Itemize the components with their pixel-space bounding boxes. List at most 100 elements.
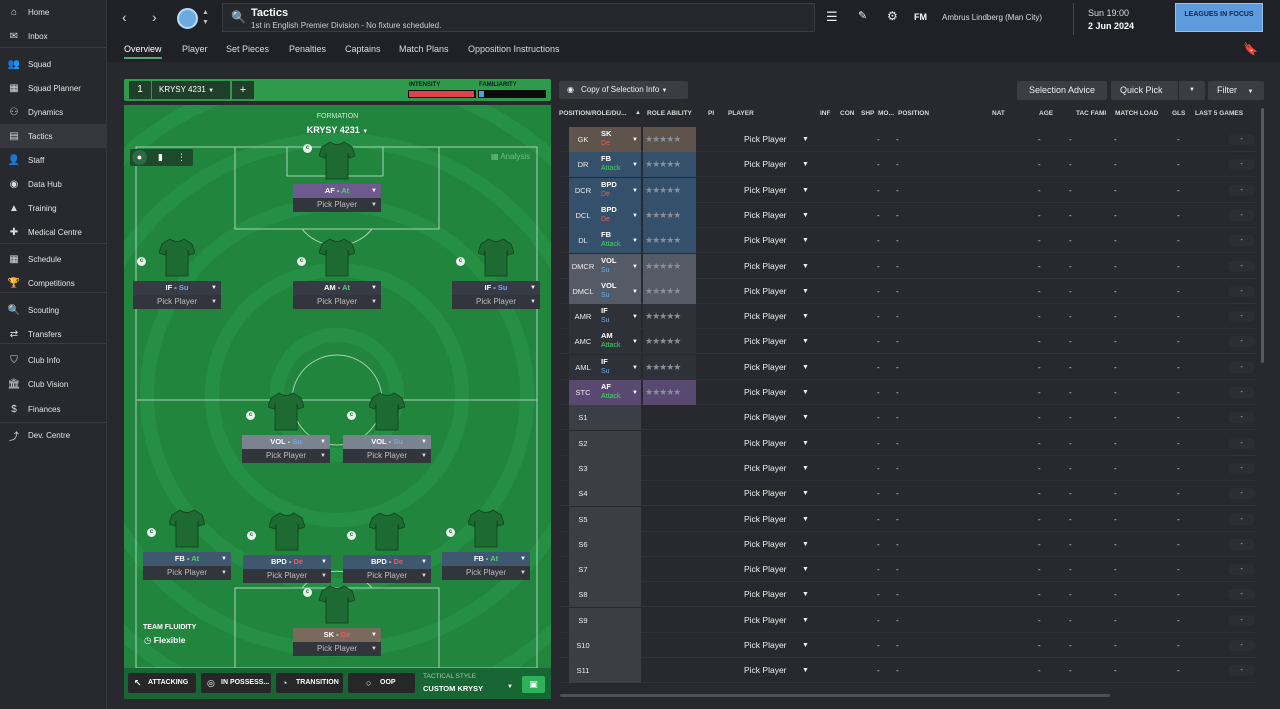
column-header-tac-fami[interactable]: TAC FAMI: [1076, 110, 1106, 117]
chevron-down-icon[interactable]: ▼: [1178, 81, 1205, 100]
role-duty-selector[interactable]: VOL - Su ▼: [343, 435, 431, 449]
column-header-age[interactable]: AGE: [1039, 110, 1053, 117]
tactical-style-action-button[interactable]: ▣: [522, 676, 545, 693]
bookmark-icon[interactable]: 🔖: [1243, 42, 1258, 56]
pick-player-label[interactable]: Pick Player: [744, 431, 787, 456]
chevron-down-icon[interactable]: ▼: [802, 456, 809, 481]
back-arrow-icon[interactable]: ‹: [122, 9, 127, 25]
chevron-down-icon[interactable]: ▼: [802, 127, 809, 152]
chevron-down-icon[interactable]: ▼: [802, 431, 809, 456]
sidebar-item-finances[interactable]: $ Finances: [0, 397, 106, 421]
sidebar-item-dev-centre[interactable]: ⤴ Dev. Centre: [0, 423, 106, 447]
chevron-down-icon[interactable]: ▼: [802, 254, 809, 279]
role-cell[interactable]: FB Attack ▼: [597, 152, 641, 178]
chevron-up-icon[interactable]: ▲: [202, 9, 209, 16]
sidebar-item-competitions[interactable]: 🏆 Competitions: [0, 271, 106, 295]
table-row[interactable]: DCR BPD De ▼ ★★★★★ Pick Player ▼ - - - - - - -: [560, 177, 1256, 203]
role-duty-selector[interactable]: VOL - Su ▼: [242, 435, 330, 449]
table-row[interactable]: S9 Pick Player ▼ - - - - - - -: [560, 607, 1256, 633]
sidebar-item-schedule[interactable]: ▦ Schedule: [0, 247, 106, 271]
pick-player-dropdown[interactable]: Pick Player ▼: [343, 449, 431, 463]
column-header-con[interactable]: CON: [840, 110, 854, 117]
tab-set-pieces[interactable]: Set Pieces: [226, 44, 269, 54]
vertical-scrollbar-thumb[interactable]: [1261, 108, 1264, 363]
page-title-box[interactable]: 🔍 Tactics 1st in English Premier Divisio…: [222, 3, 815, 32]
forward-arrow-icon[interactable]: ›: [152, 9, 157, 25]
pick-player-dropdown[interactable]: Pick Player ▼: [343, 569, 431, 583]
role-duty-selector[interactable]: FB - At ▼: [442, 552, 530, 566]
chevron-down-icon[interactable]: ▼: [802, 329, 809, 354]
settings-icon[interactable]: ⚙: [887, 9, 898, 23]
table-row[interactable]: S11 Pick Player ▼ - - - - - - -: [560, 658, 1256, 684]
tab-player[interactable]: Player: [182, 44, 208, 54]
chevron-down-icon[interactable]: ▼: [802, 658, 809, 683]
pick-player-dropdown[interactable]: Pick Player ▼: [143, 566, 231, 580]
table-row[interactable]: DMCL VOL Su ▼ ★★★★★ Pick Player ▼ - - - - - - -: [560, 278, 1256, 304]
pick-player-label[interactable]: Pick Player: [744, 304, 787, 329]
pick-player-label[interactable]: Pick Player: [744, 152, 787, 177]
formation-name[interactable]: KRYSY 4231 ▼: [124, 125, 551, 135]
role-cell[interactable]: IF Su ▼: [597, 354, 641, 380]
table-row[interactable]: S7 Pick Player ▼ - - - - - - -: [560, 557, 1256, 583]
pick-player-label[interactable]: Pick Player: [744, 228, 787, 253]
pick-player-dropdown[interactable]: Pick Player ▼: [293, 295, 381, 309]
sort-ascending-icon[interactable]: ▲: [635, 110, 641, 116]
column-header-shp[interactable]: SHP: [861, 110, 874, 117]
column-header-pi[interactable]: PI: [708, 110, 714, 117]
pick-player-label[interactable]: Pick Player: [744, 405, 787, 430]
role-duty-selector[interactable]: AM - At ▼: [293, 281, 381, 295]
table-row[interactable]: DL FB Attack ▼ ★★★★★ Pick Player ▼ - - - - - - -: [560, 228, 1256, 254]
role-cell[interactable]: AM Attack ▼: [597, 329, 641, 355]
column-header-last-5-games[interactable]: LAST 5 GAMES: [1195, 110, 1243, 117]
manager-name[interactable]: Ambrus Lindberg (Man City): [942, 13, 1042, 22]
transition-button[interactable]: ◔ TRANSITION: [276, 673, 343, 693]
tactics-pitch[interactable]: FORMATION KRYSY 4231 ▼ c AF - At ▼ Pick Pla…: [124, 105, 551, 668]
column-header-position[interactable]: POSITION: [898, 110, 929, 117]
tactic-slot-number[interactable]: 1: [129, 81, 151, 99]
sidebar-item-inbox[interactable]: ✉ Inbox: [0, 24, 106, 48]
sidebar-item-club-info[interactable]: ⛉ Club Info: [0, 348, 106, 372]
pick-player-label[interactable]: Pick Player: [744, 456, 787, 481]
pick-player-label[interactable]: Pick Player: [744, 380, 787, 405]
sidebar-item-training[interactable]: ▲ Training: [0, 196, 106, 220]
table-row[interactable]: S10 Pick Player ▼ - - - - - - -: [560, 633, 1256, 658]
chevron-down-icon[interactable]: ▼: [202, 19, 209, 26]
pick-player-label[interactable]: Pick Player: [744, 608, 787, 633]
chevron-down-icon[interactable]: ▼: [802, 405, 809, 430]
role-cell[interactable]: VOL Su ▼: [597, 253, 641, 279]
sidebar-item-squad[interactable]: 👥 Squad: [0, 52, 106, 76]
club-badge-icon[interactable]: [177, 8, 198, 29]
date-box[interactable]: Sun 19:00 2 Jun 2024: [1073, 3, 1165, 35]
pick-player-dropdown[interactable]: Pick Player ▼: [293, 198, 381, 212]
tactical-style-value[interactable]: CUSTOM KRYSY: [423, 684, 483, 693]
pick-player-label[interactable]: Pick Player: [744, 279, 787, 304]
role-cell[interactable]: IF Su ▼: [597, 304, 641, 330]
table-row[interactable]: GK SK De ▼ ★★★★★ Pick Player ▼ - - - - - - -: [560, 127, 1256, 152]
table-row[interactable]: DMCR VOL Su ▼ ★★★★★ Pick Player ▼ - - - - - - -: [560, 253, 1256, 279]
column-header-player[interactable]: PLAYER: [728, 110, 754, 117]
role-cell[interactable]: FB Attack ▼: [597, 228, 641, 254]
role-duty-selector[interactable]: BPD - De ▼: [343, 555, 431, 569]
pick-player-label[interactable]: Pick Player: [744, 582, 787, 607]
column-header-match-load[interactable]: MATCH LOAD: [1115, 110, 1158, 117]
table-row[interactable]: DR FB Attack ▼ ★★★★★ Pick Player ▼ - - - - - - -: [560, 152, 1256, 178]
chevron-down-icon[interactable]: ▼: [802, 279, 809, 304]
sidebar-item-dynamics[interactable]: ⚇ Dynamics: [0, 100, 106, 124]
role-duty-selector[interactable]: IF - Su ▼: [133, 281, 221, 295]
chevron-down-icon[interactable]: ▼: [802, 608, 809, 633]
chevron-down-icon[interactable]: ▼: [507, 684, 513, 690]
in-possession-button[interactable]: ◎ IN POSSESS...: [201, 673, 271, 693]
selection-advice-button[interactable]: Selection Advice: [1017, 81, 1107, 100]
column-header-mo[interactable]: MO...: [878, 110, 894, 117]
role-cell[interactable]: AF Attack ▼: [597, 380, 641, 405]
sidebar-item-club-vision[interactable]: 🏛 Club Vision: [0, 372, 106, 396]
team-fluidity-value[interactable]: ◷ Flexible: [144, 635, 185, 646]
info-icon[interactable]: ⋮: [174, 150, 189, 165]
role-cell[interactable]: SK De ▼: [597, 127, 641, 152]
chevron-down-icon[interactable]: ▼: [802, 633, 809, 658]
analysis-button[interactable]: ▦ Analysis: [491, 152, 530, 161]
tab-penalties[interactable]: Penalties: [289, 44, 326, 54]
pick-player-dropdown[interactable]: Pick Player ▼: [452, 295, 540, 309]
chevron-down-icon[interactable]: ▼: [802, 507, 809, 532]
table-row[interactable]: AML IF Su ▼ ★★★★★ Pick Player ▼ - - - - - - -: [560, 354, 1256, 380]
